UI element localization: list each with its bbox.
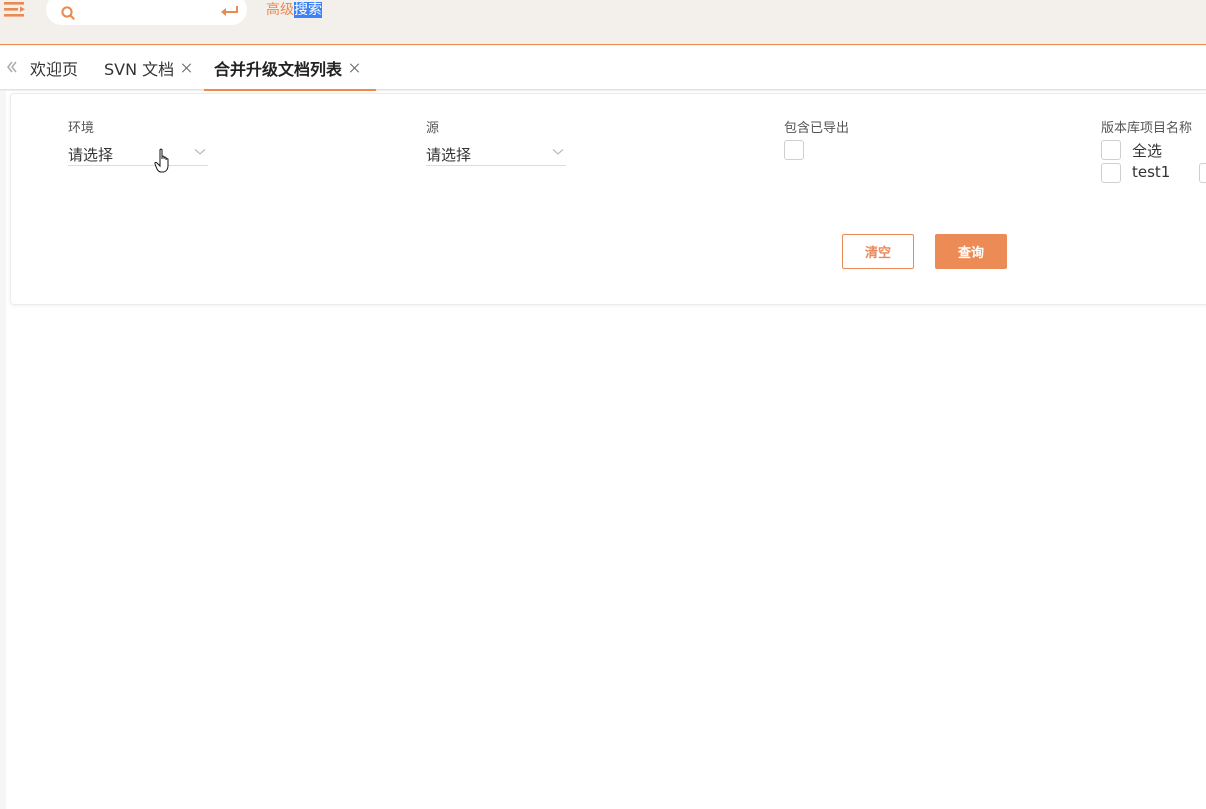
filter-panel: 环境 请选择 源 请选择 包含已导出 版本库项目名称 全选 test1 清空 查… — [10, 93, 1206, 305]
advanced-search-label-2: 搜索 — [294, 2, 322, 18]
search-box — [46, 0, 247, 25]
top-header: 高级搜索 — [0, 0, 1206, 45]
double-chevron-left-icon[interactable] — [6, 59, 18, 75]
chevron-down-icon — [194, 149, 206, 155]
env-select[interactable]: 请选择 — [68, 142, 208, 166]
repo-test1-label: test1 — [1132, 163, 1171, 181]
tab-label: 欢迎页 — [30, 60, 79, 79]
repo-test1-checkbox[interactable] — [1101, 163, 1121, 183]
menu-toggle-icon[interactable] — [3, 0, 27, 18]
tab-label: 合并升级文档列表 — [214, 60, 343, 79]
repo-project-label: 版本库项目名称 — [1101, 121, 1193, 136]
select-all-checkbox[interactable] — [1101, 140, 1121, 160]
chevron-down-icon — [552, 149, 564, 155]
tab-label: SVN 文档 — [104, 60, 175, 79]
close-icon[interactable] — [182, 63, 192, 73]
include-exported-label: 包含已导出 — [784, 121, 850, 136]
include-exported-checkbox[interactable] — [784, 140, 804, 160]
source-select-value: 请选择 — [426, 146, 472, 164]
select-all-label: 全选 — [1132, 142, 1163, 160]
tab-merge-upgrade-doc-list[interactable]: 合并升级文档列表 — [203, 46, 377, 91]
cursor-hand-icon — [154, 148, 169, 173]
tab-welcome[interactable]: 欢迎页 — [30, 46, 78, 90]
query-button[interactable]: 查询 — [935, 234, 1007, 269]
main-content: 环境 请选择 源 请选择 包含已导出 版本库项目名称 全选 test1 清空 查… — [0, 91, 1206, 809]
advanced-search-label-1: 高级 — [266, 2, 294, 18]
tabs-bar: 欢迎页 SVN 文档 合并升级文档列表 — [0, 46, 1206, 91]
env-select-value: 请选择 — [68, 146, 114, 164]
source-label: 源 — [426, 121, 440, 136]
enter-icon[interactable] — [220, 5, 240, 19]
source-select[interactable]: 请选择 — [426, 142, 566, 166]
tab-svn-docs[interactable]: SVN 文档 — [104, 46, 192, 90]
advanced-search-link[interactable]: 高级搜索 — [266, 2, 322, 19]
repo-option-checkbox[interactable] — [1199, 163, 1206, 183]
search-input[interactable] — [82, 2, 212, 22]
search-icon — [61, 6, 75, 20]
close-icon[interactable] — [350, 63, 360, 73]
env-label: 环境 — [68, 121, 95, 136]
clear-button[interactable]: 清空 — [842, 234, 914, 269]
